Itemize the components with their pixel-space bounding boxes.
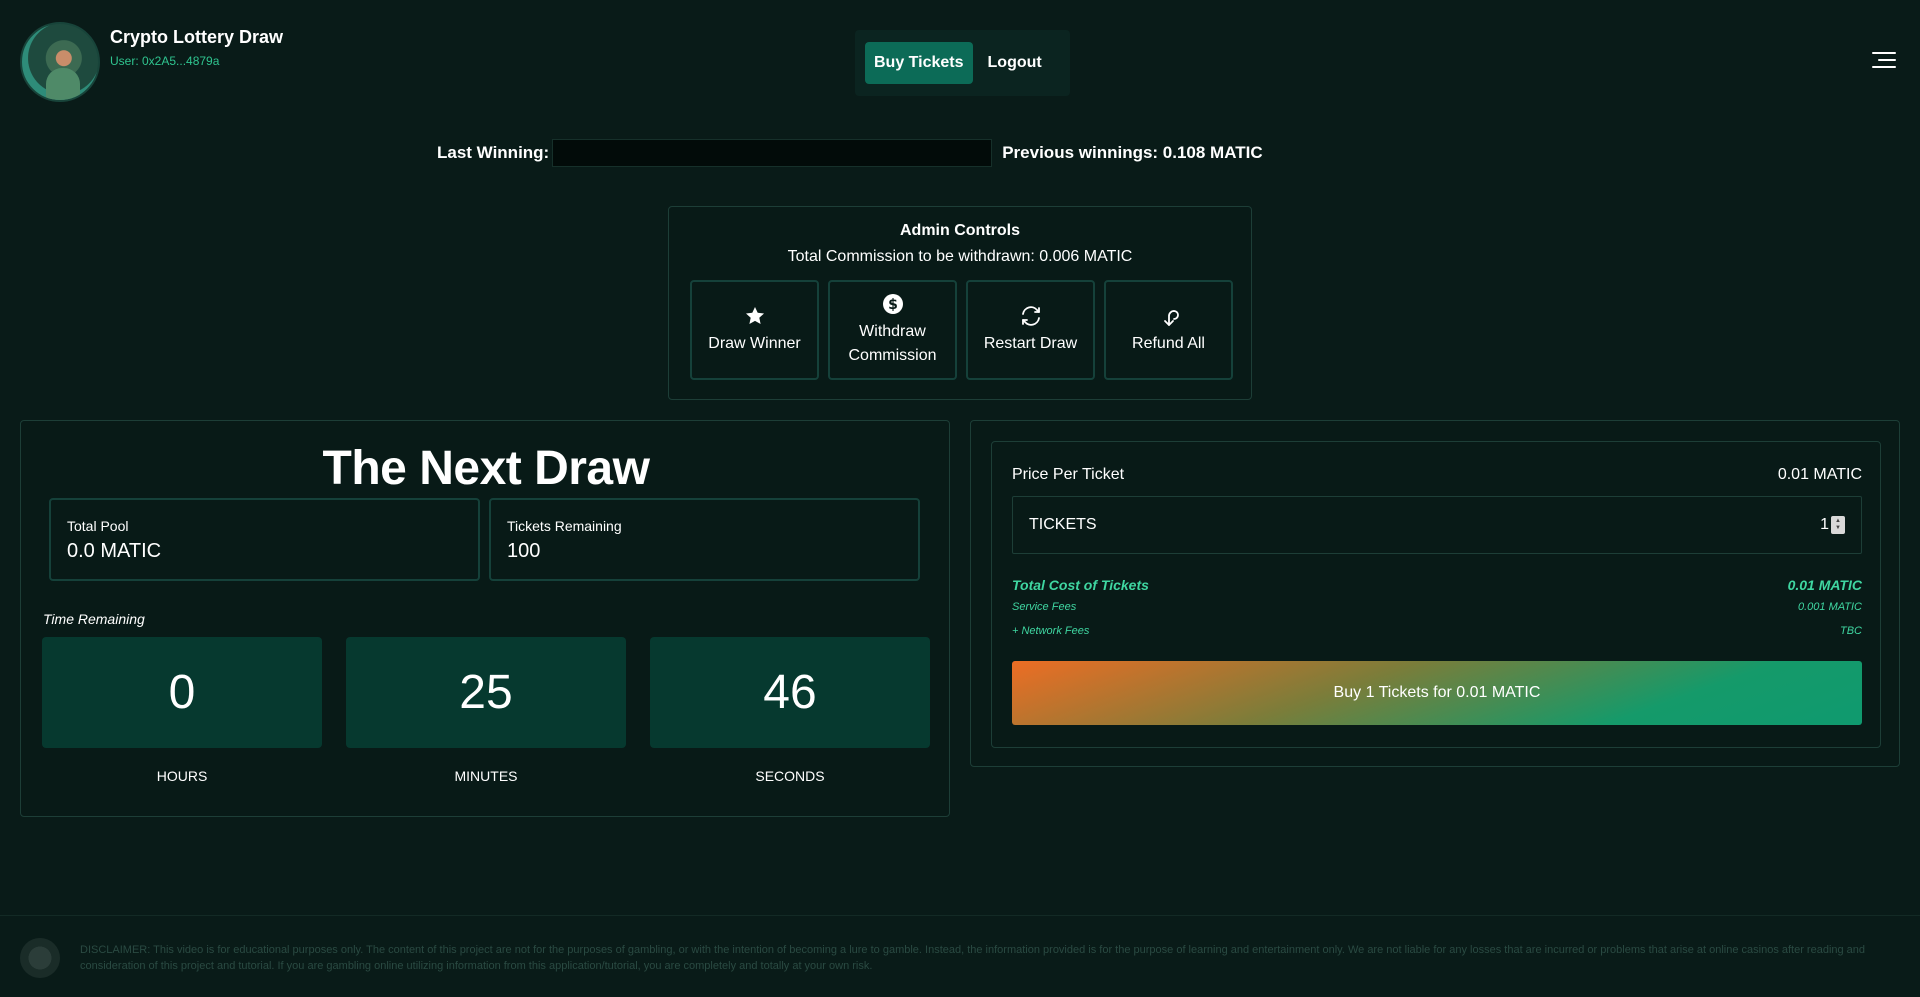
hours-label: HOURS bbox=[156, 768, 208, 784]
seconds-label: SECONDS bbox=[755, 768, 825, 784]
ticket-purchase-card: Price Per Ticket 0.01 MATIC TICKETS ▲ ▼ … bbox=[991, 441, 1881, 748]
refund-all-label: Refund All bbox=[1132, 335, 1205, 352]
network-fees-row: + Network Fees TBC bbox=[1012, 625, 1862, 637]
network-fees-label: + Network Fees bbox=[1012, 625, 1090, 637]
tickets-remaining-box: Tickets Remaining 100 bbox=[489, 498, 920, 581]
admin-controls-panel: Admin Controls Total Commission to be wi… bbox=[668, 206, 1252, 400]
admin-buttons: Draw Winner $ Withdraw Commission Restar… bbox=[690, 280, 1251, 380]
total-pool-box: Total Pool 0.0 MATIC bbox=[49, 498, 480, 581]
service-fees-value: 0.001 MATIC bbox=[1798, 601, 1862, 613]
admin-controls-title: Admin Controls bbox=[900, 222, 1020, 239]
price-per-ticket-value: 0.01 MATIC bbox=[1777, 466, 1862, 483]
last-winning-row: Last Winning: Previous winnings: 0.108 M… bbox=[437, 138, 1263, 168]
withdraw-commission-label: Withdraw Commission bbox=[848, 323, 937, 364]
draw-winner-button[interactable]: Draw Winner bbox=[690, 280, 819, 380]
brand: Crypto Lottery Draw User: 0x2A5...4879a bbox=[20, 22, 283, 102]
quantity-stepper: ▲ ▼ bbox=[1799, 516, 1845, 534]
tickets-field: TICKETS ▲ ▼ bbox=[1012, 496, 1862, 554]
total-cost-row: Total Cost of Tickets 0.01 MATIC bbox=[1012, 577, 1862, 593]
svg-text:$: $ bbox=[888, 297, 898, 313]
buy-tickets-nav-button[interactable]: Buy Tickets bbox=[865, 42, 973, 84]
page: Crypto Lottery Draw User: 0x2A5...4879a … bbox=[0, 0, 1920, 997]
stepper-up-icon[interactable]: ▲ bbox=[1835, 518, 1841, 525]
tickets-remaining-value: 100 bbox=[507, 540, 541, 562]
menu-line bbox=[1872, 52, 1896, 54]
service-fees-row: Service Fees 0.001 MATIC bbox=[1012, 601, 1862, 613]
next-draw-title: The Next Draw bbox=[322, 442, 650, 495]
nav-bar: Buy Tickets Logout bbox=[855, 30, 1070, 96]
disclaimer-text: DISCLAIMER: This video is for educationa… bbox=[80, 944, 1866, 972]
total-pool-value: 0.0 MATIC bbox=[67, 540, 162, 562]
ticket-purchase-panel: Price Per Ticket 0.01 MATIC TICKETS ▲ ▼ … bbox=[970, 420, 1900, 767]
restart-draw-label: Restart Draw bbox=[983, 335, 1078, 352]
buy-tickets-button[interactable]: Buy 1 Tickets for 0.01 MATIC bbox=[1012, 661, 1862, 725]
tickets-field-label: TICKETS bbox=[1029, 516, 1097, 533]
undo-arrow-icon bbox=[1163, 310, 1179, 326]
commission-text: Total Commission to be withdrawn: 0.006 … bbox=[787, 248, 1133, 265]
user-address: User: 0x2A5...4879a bbox=[110, 54, 220, 68]
seconds-countdown: 46 bbox=[650, 637, 930, 748]
total-cost-label: Total Cost of Tickets bbox=[1012, 577, 1149, 593]
refund-all-button[interactable]: Refund All bbox=[1104, 280, 1233, 380]
service-fees-label: Service Fees bbox=[1012, 601, 1077, 613]
star-icon bbox=[745, 307, 764, 324]
header: Crypto Lottery Draw User: 0x2A5...4879a … bbox=[0, 0, 1920, 120]
app-title: Crypto Lottery Draw bbox=[110, 27, 284, 47]
network-fees-value: TBC bbox=[1840, 625, 1862, 637]
next-draw-panel: The Next Draw Total Pool 0.0 MATIC Ticke… bbox=[20, 420, 950, 817]
stepper-arrows-icon[interactable]: ▲ ▼ bbox=[1831, 516, 1845, 534]
minutes-countdown: 25 bbox=[346, 637, 626, 748]
menu-line bbox=[1878, 59, 1896, 61]
brand-text: Crypto Lottery Draw User: 0x2A5...4879a bbox=[110, 27, 283, 102]
refresh-icon bbox=[1021, 306, 1040, 326]
price-per-ticket-label: Price Per Ticket bbox=[1012, 466, 1125, 483]
last-winner-address-box bbox=[552, 139, 993, 167]
dollar-circle-icon: $ bbox=[882, 294, 903, 314]
avatar bbox=[20, 22, 100, 102]
total-pool-label: Total Pool bbox=[67, 518, 129, 534]
hours-countdown: 0 bbox=[42, 637, 322, 748]
logout-button[interactable]: Logout bbox=[988, 54, 1042, 72]
draw-winner-label: Draw Winner bbox=[708, 335, 801, 352]
footer: DISCLAIMER: This video is for educationa… bbox=[0, 915, 1920, 997]
ticket-quantity-input[interactable] bbox=[1799, 516, 1829, 534]
total-cost-value: 0.01 MATIC bbox=[1787, 577, 1862, 593]
menu-line bbox=[1872, 66, 1896, 68]
time-remaining-label: Time Remaining bbox=[43, 611, 145, 627]
price-row: Price Per Ticket 0.01 MATIC bbox=[1012, 466, 1862, 484]
previous-winnings: Previous winnings: 0.108 MATIC bbox=[1002, 143, 1263, 162]
restart-draw-button[interactable]: Restart Draw bbox=[966, 280, 1095, 380]
footer-logo bbox=[20, 938, 60, 978]
stepper-down-icon[interactable]: ▼ bbox=[1835, 525, 1841, 532]
hamburger-menu-icon[interactable] bbox=[1872, 52, 1896, 70]
minutes-label: MINUTES bbox=[454, 768, 518, 784]
last-winning-label: Last Winning: bbox=[437, 143, 550, 162]
withdraw-commission-button[interactable]: $ Withdraw Commission bbox=[828, 280, 957, 380]
tickets-remaining-label: Tickets Remaining bbox=[507, 518, 622, 534]
